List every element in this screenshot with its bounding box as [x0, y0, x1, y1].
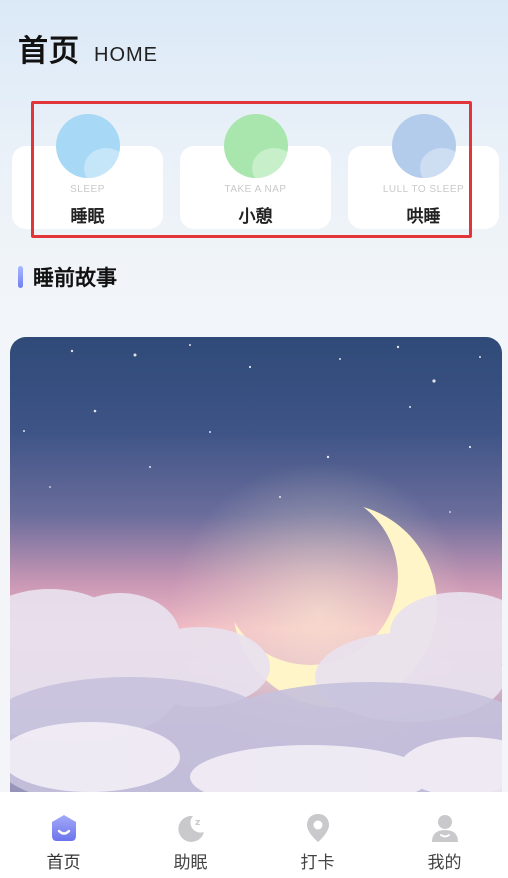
mode-en-label: TAKE A NAP: [224, 184, 287, 195]
tab-label: 我的: [427, 853, 462, 873]
page-title: 首页: [18, 34, 80, 69]
tab-sleep-aid[interactable]: z 助眠: [127, 792, 254, 878]
tab-label: 助眠: [173, 853, 208, 873]
mode-card-lull[interactable]: LULL TO SLEEP 哄睡: [348, 114, 499, 229]
page-subtitle: HOME: [94, 44, 158, 66]
bedtime-story-banner[interactable]: [10, 337, 502, 807]
page-header: 首页 HOME: [18, 26, 158, 70]
svg-text:z: z: [195, 818, 200, 828]
home-icon: [51, 815, 76, 841]
moon-icon: z: [177, 815, 204, 842]
section-header: 睡前故事: [18, 262, 117, 292]
lull-bubble-icon: [391, 114, 456, 178]
mode-cn-label: 小憩: [238, 207, 273, 227]
tab-profile[interactable]: 我的: [381, 792, 508, 878]
tab-label: 首页: [46, 853, 81, 873]
tab-home[interactable]: 首页: [0, 792, 127, 878]
location-pin-icon: [306, 814, 329, 842]
mode-card-sleep[interactable]: SLEEP 睡眠: [12, 114, 163, 229]
mode-cn-label: 睡眠: [70, 207, 105, 227]
section-title: 睡前故事: [33, 266, 117, 290]
section-accent-bar: [18, 266, 23, 288]
nap-bubble-icon: [223, 114, 288, 178]
tab-checkin[interactable]: 打卡: [254, 792, 381, 878]
mode-cn-label: 哄睡: [406, 207, 441, 227]
mode-en-label: LULL TO SLEEP: [382, 184, 465, 195]
mode-en-label: SLEEP: [70, 184, 105, 195]
night-sky-moon-illustration: [10, 337, 502, 807]
bottom-tab-bar: 首页 z 助眠 打卡 我的: [0, 792, 508, 878]
mode-card-nap[interactable]: TAKE A NAP 小憩: [180, 114, 331, 229]
user-icon: [431, 815, 458, 842]
sleep-bubble-icon: [55, 114, 120, 178]
tab-label: 打卡: [300, 853, 335, 873]
